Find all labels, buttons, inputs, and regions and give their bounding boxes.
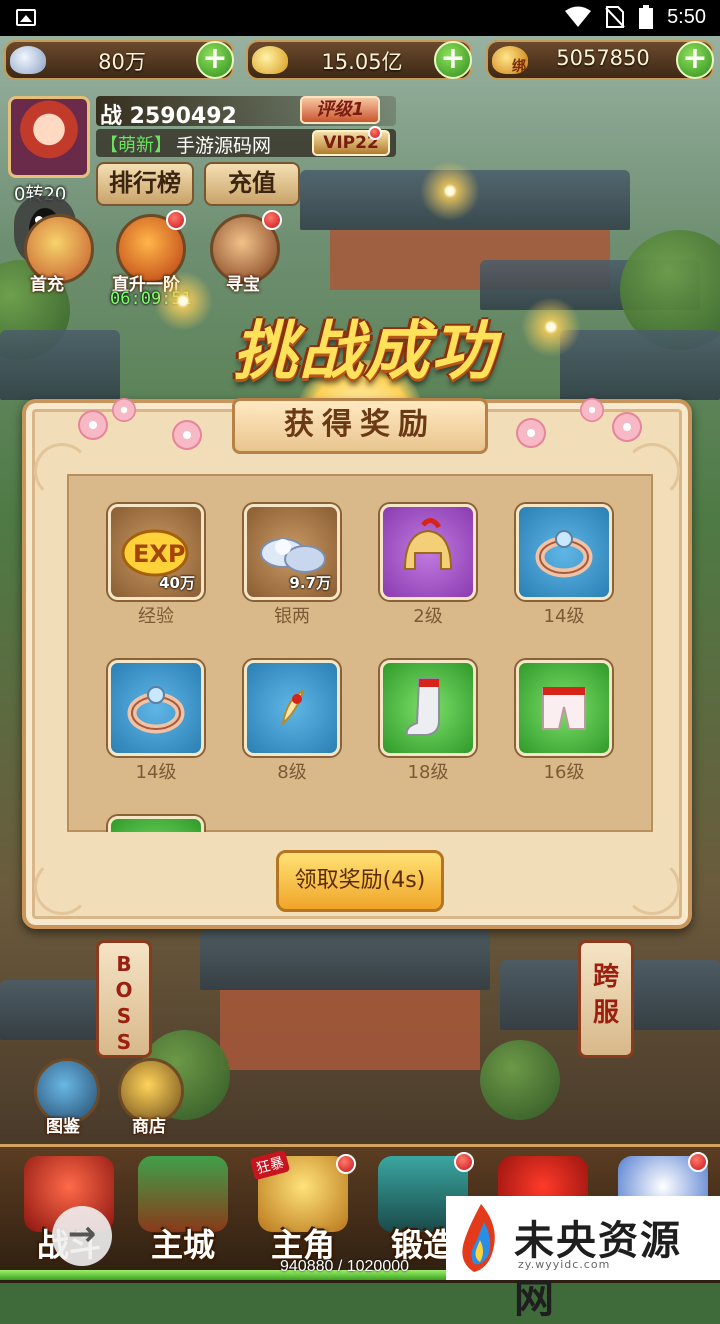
bound-gold-currency: 绑 5057850 +: [486, 40, 714, 80]
blossom-decoration: [580, 398, 604, 422]
gold-value: 15.05亿: [321, 50, 403, 74]
nav-city-label: 主城: [150, 1226, 215, 1264]
add-silver-button[interactable]: +: [196, 41, 234, 79]
gold-ingot-icon: [252, 46, 288, 74]
house-roof: [560, 330, 720, 400]
claim-reward-button[interactable]: 领取奖励(4s): [276, 850, 444, 912]
no-sim-icon: [605, 6, 625, 28]
back-arrow-icon[interactable]: →: [52, 1206, 112, 1266]
recharge-button[interactable]: 充值: [204, 162, 300, 206]
watermark-url: zy.wyyidc.com: [518, 1258, 611, 1271]
blossom-decoration: [78, 410, 108, 440]
upgrade-notification-dot: [166, 210, 186, 230]
player-tag: 【萌新】: [100, 135, 172, 156]
player-name: 手游源码网: [176, 135, 272, 157]
wifi-icon: [565, 6, 592, 27]
house-roof: [0, 330, 120, 400]
blossom-decoration: [172, 420, 202, 450]
player-avatar[interactable]: [8, 96, 90, 178]
add-bound-gold-button[interactable]: +: [676, 41, 714, 79]
house-roof: [0, 980, 110, 1040]
status-bar: 5:50: [0, 0, 720, 36]
rating-badge[interactable]: 评级1: [300, 96, 380, 124]
silver-value: 80万: [98, 50, 146, 74]
forge-notification-dot: [454, 1152, 474, 1172]
exp-value: 940880 / 1020000: [280, 1258, 410, 1275]
firework-sparkle: [415, 156, 485, 226]
clock: 5:50: [667, 5, 706, 28]
reward-item[interactable]: [108, 816, 204, 832]
bound-gold-value: 5057850: [556, 46, 650, 70]
boss-label: BOSS: [115, 952, 133, 1054]
shop-label: 商店: [132, 1117, 166, 1137]
battery-icon: [639, 5, 654, 29]
dialog-title: 获得奖励: [284, 407, 436, 442]
add-gold-button[interactable]: +: [434, 41, 472, 79]
temple-roof: [200, 930, 490, 990]
gold-currency: 15.05亿 +: [246, 40, 472, 80]
cross-server-button[interactable]: 跨服: [578, 940, 634, 1058]
more-notification-dot: [688, 1152, 708, 1172]
treasure-notification-dot: [262, 210, 282, 230]
bound-gold-icon: 绑: [492, 46, 528, 75]
reward-grid-clip: [67, 474, 653, 832]
nav-hero[interactable]: 狂暴 主角: [248, 1149, 358, 1264]
blossom-decoration: [612, 412, 642, 442]
flame-logo-icon: [462, 1204, 495, 1272]
corner-ornament: [34, 859, 90, 915]
dialog-header: 获得奖励: [232, 398, 488, 454]
bound-label: 绑: [512, 59, 526, 75]
ranking-button[interactable]: 排行榜: [96, 162, 194, 206]
reward-slot: [108, 816, 204, 832]
gallery-notification-icon: [16, 9, 36, 26]
cross-server-label: 跨服: [592, 962, 619, 1028]
nav-city[interactable]: 主城: [128, 1152, 238, 1264]
blossom-decoration: [112, 398, 136, 422]
hero-notification-dot: [336, 1154, 356, 1174]
treasure-hunt-label: 寻宝: [226, 275, 260, 295]
atlas-label: 图鉴: [46, 1117, 80, 1137]
corner-ornament: [624, 859, 680, 915]
challenge-success-title: 挑战成功: [233, 314, 497, 389]
vip-notification-dot: [368, 126, 382, 140]
combat-power-value: 战 2590492: [100, 104, 237, 129]
first-recharge-label: 首充: [30, 275, 64, 295]
tree: [480, 1040, 560, 1120]
silver-ingot-icon: [10, 46, 46, 74]
watermark-logo: 未央资源网 zy.wyyidc.com: [446, 1196, 720, 1322]
boss-button[interactable]: BOSS: [96, 940, 152, 1058]
silver-currency: 80万 +: [4, 40, 234, 80]
temple-wall: [220, 990, 480, 1070]
blossom-decoration: [516, 418, 546, 448]
